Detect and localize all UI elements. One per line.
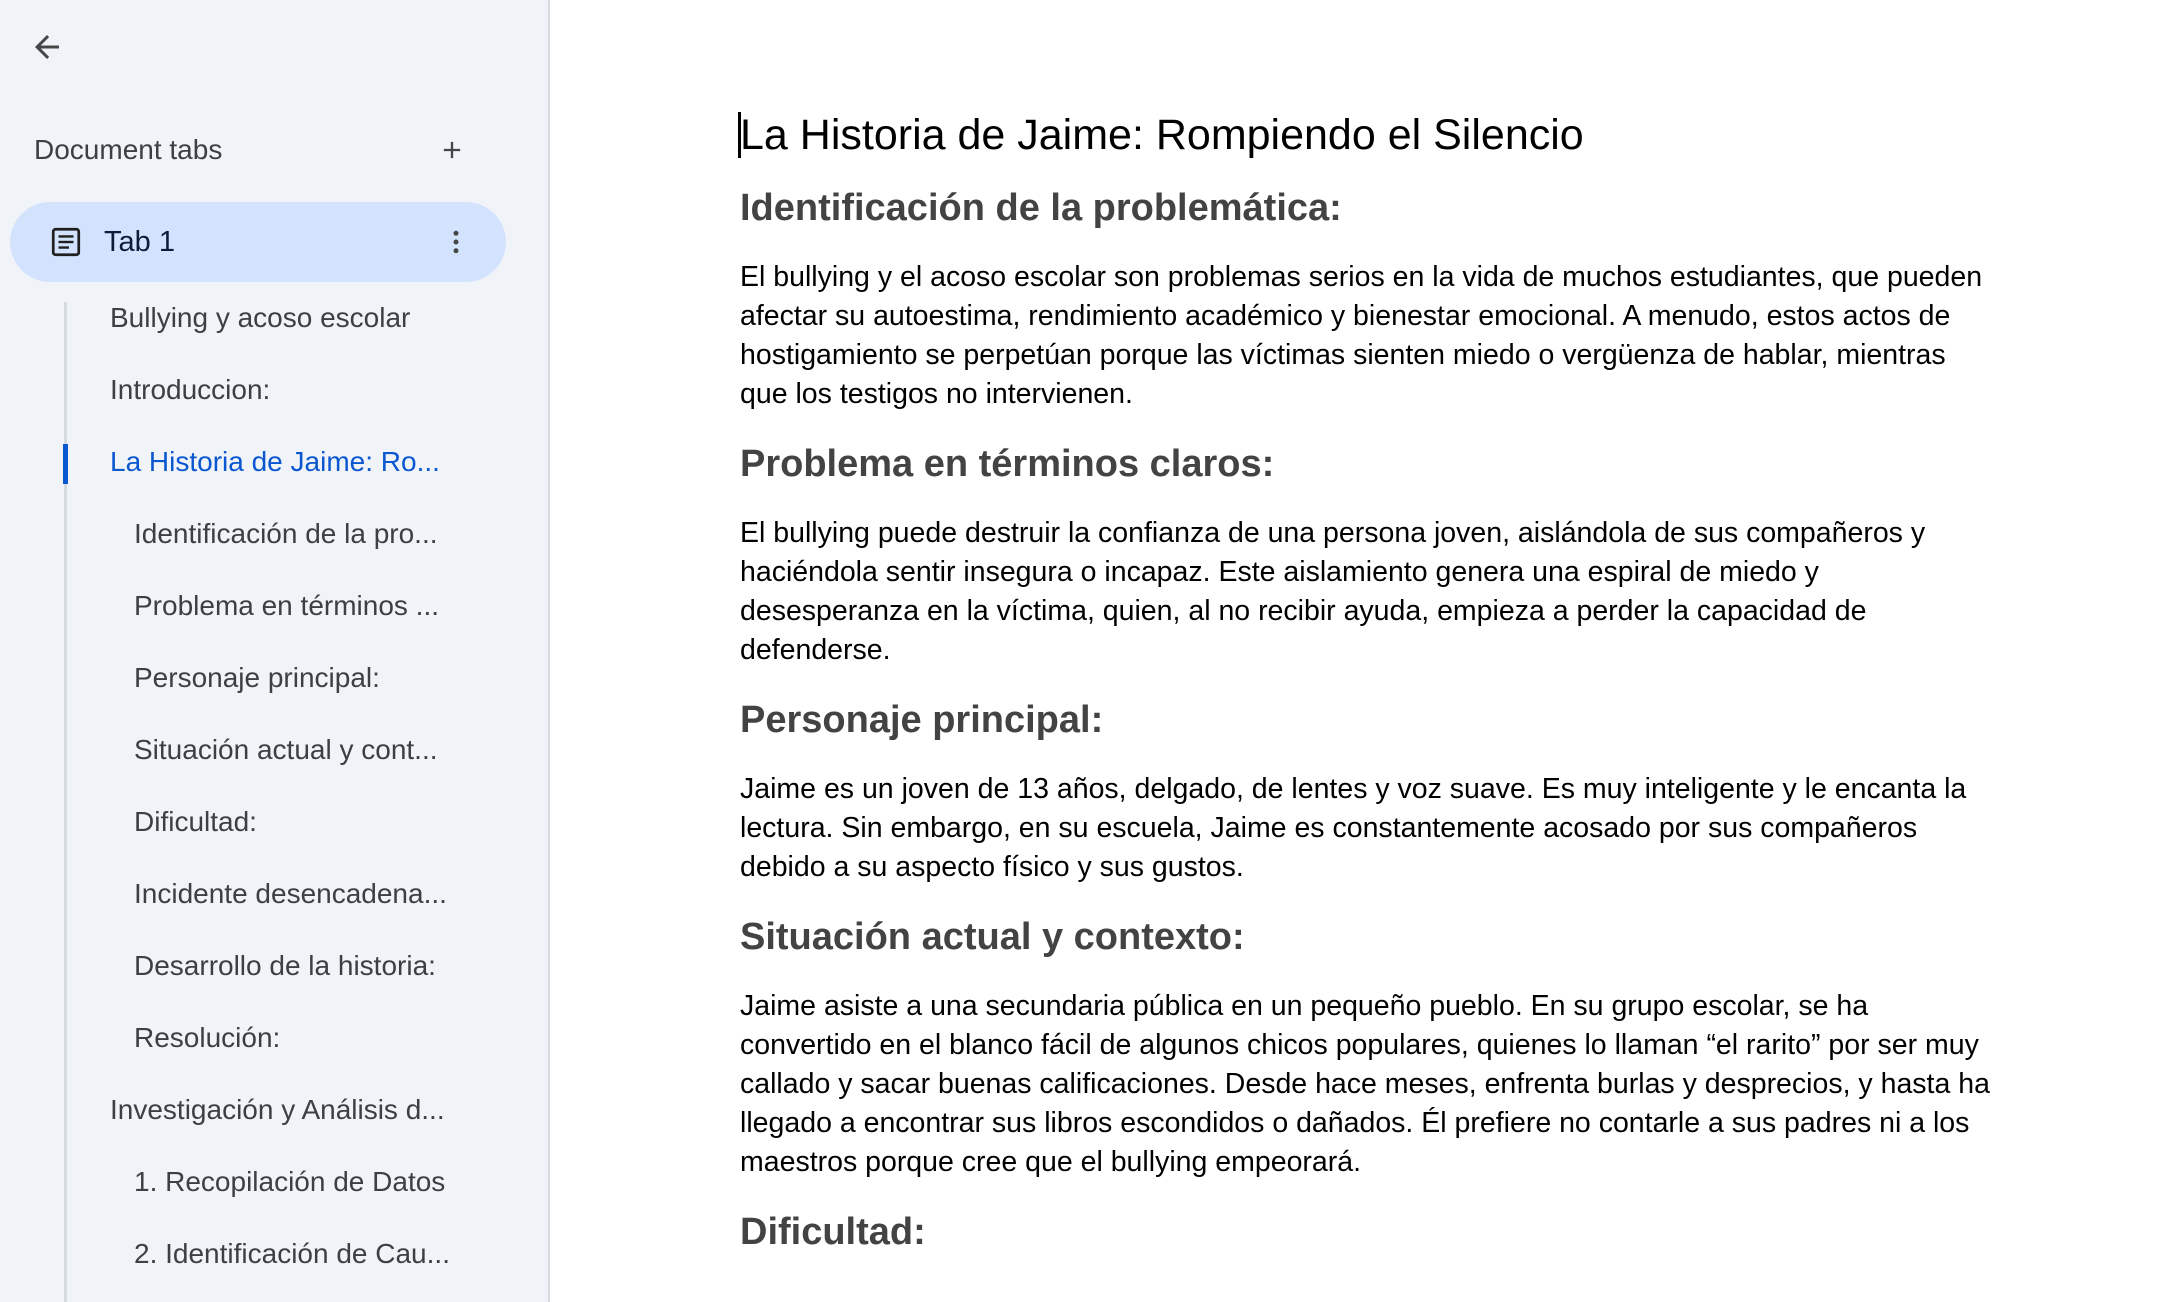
document-body[interactable]: La Historia de Jaime: Rompiendo el Silen… [738,108,2000,1282]
document-title[interactable]: La Historia de Jaime: Rompiendo el Silen… [738,108,2000,162]
outline-item[interactable]: Resolución: [0,1004,548,1076]
more-vert-icon [453,230,459,254]
section-paragraph[interactable]: Jaime es un joven de 13 años, delgado, d… [740,770,2000,887]
document-outline: Bullying y acoso escolar Introduccion: La … [0,282,548,1302]
outline-item-label: 1. Recopilación de Datos [134,1166,446,1197]
outline-item-label: Problema en términos ... [134,590,440,621]
outline-item[interactable]: Incidente desencadena... [0,860,548,932]
tabs-title: Document tabs [34,134,223,165]
outline-item[interactable]: Bullying y acoso escolar [0,284,548,356]
section-paragraph[interactable]: El bullying puede destruir la confianza … [740,514,2000,670]
tabs-header: Document tabs [34,128,474,172]
document-icon [51,227,81,257]
outline-item[interactable]: Personaje principal: [0,644,548,716]
outline-item[interactable]: Desarrollo de la historia: [0,932,548,1004]
outline-item-label: Investigación y Análisis d... [110,1094,445,1125]
outline-item-label: La Historia de Jaime: Ro... [110,446,440,477]
section-heading[interactable]: Identificación de la problemática: [740,184,2000,232]
outline-item-label: Introduccion: [110,374,271,405]
document-title-text: La Historia de Jaime: Rompiendo el Silen… [740,111,1584,159]
outline-item-label: Situación actual y cont... [134,734,438,765]
outline-item-label: 2. Identificación de Cau... [134,1238,450,1269]
back-button[interactable] [24,24,70,70]
plus-icon [443,141,461,159]
section-heading[interactable]: Problema en términos claros: [740,440,2000,488]
outline-item[interactable]: Problema en términos ... [0,572,548,644]
outline-item-label: Personaje principal: [134,662,380,693]
arrow-left-icon [35,35,59,59]
tab-options-button[interactable] [434,220,478,264]
add-tab-button[interactable] [430,128,474,172]
section-heading[interactable]: Dificultad: [740,1208,2000,1256]
outline-item-label: Incidente desencadena... [134,878,447,909]
document-tabs-sidebar: Document tabs Tab 1 Bullying y acoso esc… [0,0,550,1302]
outline-item[interactable]: Introduccion: [0,356,548,428]
outline-item[interactable]: 2. Identificación de Cau... [0,1220,548,1292]
outline-item-label: Dificultad: [134,806,257,837]
active-marker [63,444,68,484]
outline-item-label: Desarrollo de la historia: [134,950,436,981]
section-heading[interactable]: Situación actual y contexto: [740,913,2000,961]
outline-item[interactable]: La Historia de Jaime: Ro... [0,428,548,500]
outline-item[interactable]: Investigación y Análisis d... [0,1076,548,1148]
outline-item-label: Bullying y acoso escolar [110,302,411,333]
tab-label: Tab 1 [104,226,175,258]
section-paragraph[interactable]: Jaime asiste a una secundaria pública en… [740,987,2000,1182]
outline-item[interactable]: Situación actual y cont... [0,716,548,788]
outline-item[interactable]: 1. Recopilación de Datos [0,1148,548,1220]
tab-1[interactable]: Tab 1 [10,202,506,282]
outline-item-label: Identificación de la pro... [134,518,438,549]
text-cursor [738,112,741,158]
outline-item-label: Resolución: [134,1022,281,1053]
section-paragraph[interactable]: El bullying y el acoso escolar son probl… [740,258,2000,414]
outline-item[interactable]: Dificultad: [0,788,548,860]
outline-item[interactable]: Identificación de la pro... [0,500,548,572]
document-canvas[interactable]: La Historia de Jaime: Rompiendo el Silen… [550,0,2174,1302]
section-heading[interactable]: Personaje principal: [740,696,2000,744]
